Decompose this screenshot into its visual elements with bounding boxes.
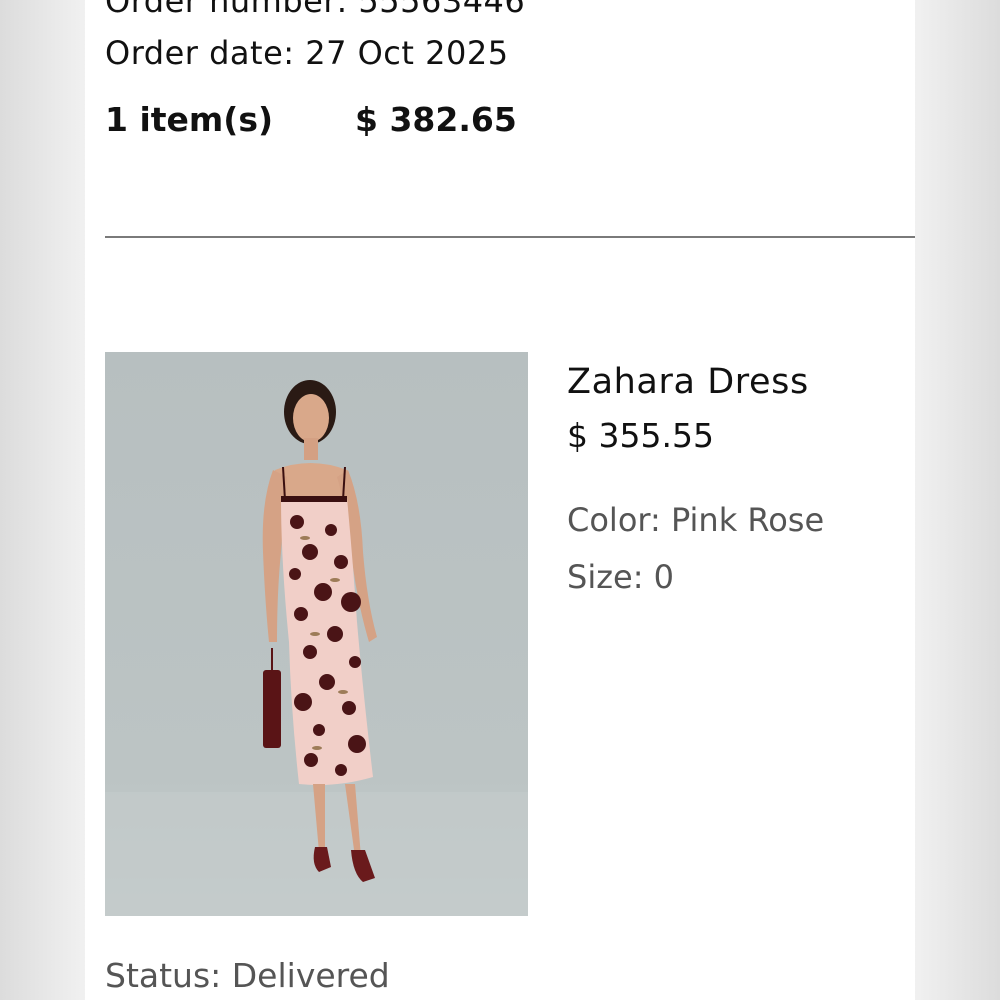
background-left [0, 0, 90, 1000]
order-card: Order number: 55563446 Order date: 27 Oc… [85, 0, 915, 1000]
order-total: $ 382.65 [355, 100, 517, 139]
background-right [910, 0, 1000, 1000]
order-status: Status: Delivered [105, 956, 390, 995]
product-color: Color: Pink Rose [567, 501, 825, 539]
product-name[interactable]: Zahara Dress [567, 360, 897, 404]
order-summary: 1 item(s) $ 382.65 [105, 100, 517, 139]
item-count: 1 item(s) [105, 100, 274, 139]
order-number: Order number: 55563446 [105, 0, 526, 20]
product-price: $ 355.55 [567, 416, 714, 455]
order-date: Order date: 27 Oct 2025 [105, 34, 509, 72]
product-size: Size: 0 [567, 558, 674, 596]
product-info: Zahara Dress $ 355.55 Color: Pink Rose S… [567, 360, 897, 597]
product-image[interactable] [105, 352, 528, 916]
divider [105, 236, 915, 238]
